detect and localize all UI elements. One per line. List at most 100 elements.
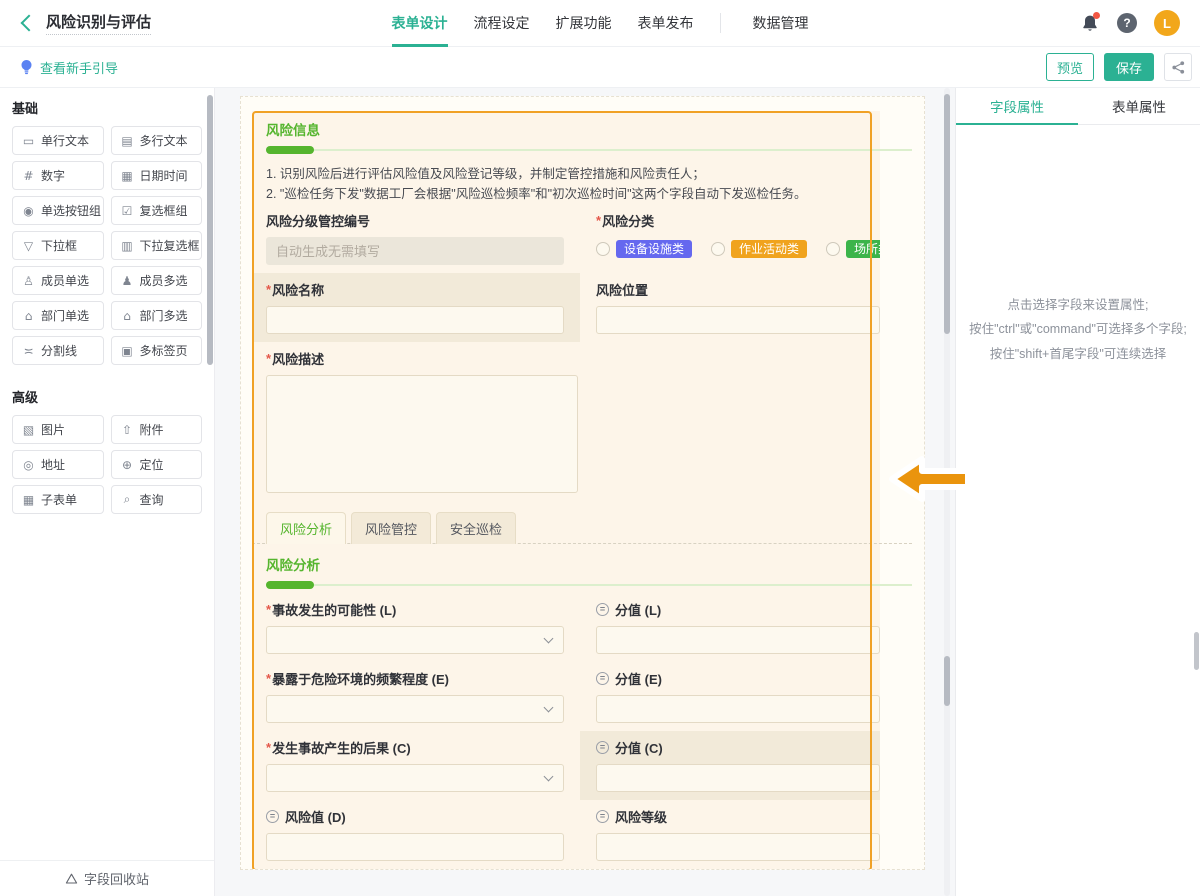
field-item-label: 地址 [41,456,65,473]
beginner-guide-label: 查看新手引导 [40,58,118,77]
sidebar-field-item[interactable]: ♙ 成员单选 [12,266,104,295]
sidebar-field-item[interactable]: ▦ 子表单 [12,485,104,514]
beginner-guide-link[interactable]: 查看新手引导 [20,58,118,77]
properties-tab[interactable]: 字段属性 [956,88,1078,124]
field-item-label: 成员单选 [41,272,89,289]
recycle-bin-label: 字段回收站 [84,869,149,888]
sidebar-field-item[interactable]: ▤ 多行文本 [111,126,203,155]
risk-location-field[interactable]: 风险位置 [580,273,880,342]
sidebar-field-item[interactable]: ▣ 多标签页 [111,336,203,365]
risk-level-input[interactable] [596,833,880,861]
subform-icon: ▦ [22,493,35,507]
risk-info-section[interactable]: 风险信息 1. 识别风险后进行评估风险值及风险登记等级，并制定管控措施和风险责任… [252,111,880,870]
sidebar-field-item[interactable]: ▦ 日期时间 [111,161,203,190]
sidebar-field-item[interactable]: ▽ 下拉框 [12,231,104,260]
sidebar-field-item[interactable]: ▧ 图片 [12,415,104,444]
frequency-field[interactable]: 暴露于危险环境的频繁程度 (E) [252,662,580,731]
notification-bell-icon[interactable] [1080,13,1100,33]
risk-code-input[interactable] [266,237,564,265]
preview-button[interactable]: 预览 [1046,53,1094,81]
score-l-field[interactable]: 分值 (L) [580,593,880,662]
score-l-input[interactable] [596,626,880,654]
subform-tab[interactable]: 风险分析 [266,512,346,544]
toolbar-actions: 预览 保存 [1046,53,1192,81]
sidebar-field-item[interactable]: ▥ 下拉复选框 [111,231,203,260]
share-button[interactable] [1164,53,1192,81]
sidebar-field-item[interactable]: ≍ 分割线 [12,336,104,365]
sidebar-field-item[interactable]: ⇧ 附件 [111,415,203,444]
risk-value-field[interactable]: 风险值 (D) [252,800,580,869]
radio-circle-icon[interactable] [596,242,610,256]
category-radio-option[interactable]: 作业活动类 [711,240,807,258]
nav-tab[interactable]: 表单设计 [392,0,448,47]
sidebar-field-item[interactable]: ⌕ 查询 [111,485,203,514]
score-c-input[interactable] [596,764,880,792]
radio-circle-icon[interactable] [826,242,840,256]
frequency-select[interactable] [266,695,564,723]
back-button[interactable] [18,14,36,32]
help-icon[interactable]: ? [1117,13,1137,33]
save-button[interactable]: 保存 [1104,53,1154,81]
inner-scrollbar-thumb[interactable] [944,656,950,706]
risk-code-field[interactable]: 风险分级管控编号 [252,204,580,273]
risk-name-label: 风险名称 [266,280,324,299]
member-multi-icon: ♟ [121,274,134,288]
score-e-field[interactable]: 分值 (E) [580,662,880,731]
sidebar-field-item[interactable]: ◉ 单选按钮组 [12,196,104,225]
properties-hint: 点击选择字段来设置属性; 按住"ctrl"或"command"可选择多个字段; … [956,293,1200,366]
properties-tab[interactable]: 表单属性 [1078,88,1200,124]
field-recycle-bin[interactable]: 字段回收站 [0,860,214,896]
datetime-icon: ▦ [121,169,134,183]
window-scrollbar-thumb[interactable] [1194,632,1199,670]
category-badge[interactable]: 作业活动类 [731,240,807,258]
possibility-select[interactable] [266,626,564,654]
canvas-scrollbar-thumb[interactable] [944,94,950,334]
risk-name-input[interactable] [266,306,564,334]
score-c-field[interactable]: 分值 (C) [580,731,880,800]
field-item-label: 多标签页 [140,342,188,359]
hint-line-3: 按住"shift+首尾字段"可连续选择 [964,342,1192,366]
category-badge[interactable]: 场所类 [846,240,880,258]
dropdown-multiselect-icon: ▥ [121,239,134,253]
sidebar-field-item[interactable]: ⊕ 定位 [111,450,203,479]
risk-description-field[interactable]: 风险描述 [252,342,880,506]
radio-circle-icon[interactable] [711,242,725,256]
nav-tab[interactable]: 表单发布 [638,0,694,47]
formula-icon [596,603,609,616]
risk-location-input[interactable] [596,306,880,334]
avatar[interactable]: L [1154,10,1180,36]
nav-tab[interactable]: 流程设定 [474,0,530,47]
address-icon: ◎ [22,458,35,472]
score-e-input[interactable] [596,695,880,723]
possibility-field[interactable]: 事故发生的可能性 (L) [252,593,580,662]
field-item-label: 数字 [41,167,65,184]
field-item-label: 查询 [140,491,164,508]
field-item-label: 下拉复选框 [140,237,200,254]
consequence-select[interactable] [266,764,564,792]
sidebar-field-item[interactable]: ♟ 成员多选 [111,266,203,295]
risk-description-textarea[interactable] [266,375,578,493]
multi-line-text-icon: ▤ [121,134,134,148]
nav-tab[interactable]: 数据管理 [753,0,809,47]
sidebar-field-item[interactable]: ☑ 复选框组 [111,196,203,225]
category-radio-option[interactable]: 设备设施类 [596,240,692,258]
sidebar-field-item[interactable]: # 数字 [12,161,104,190]
category-radio-option[interactable]: 场所类 [826,240,880,258]
subform-tab[interactable]: 安全巡检 [436,512,516,544]
field-rows: 风险分级管控编号 风险分类 设备设施类 作业活动类 场所类 [252,204,880,506]
field-item-label: 复选框组 [140,202,188,219]
sidebar-scrollbar[interactable] [207,95,213,365]
subform-tab[interactable]: 风险管控 [351,512,431,544]
risk-category-field[interactable]: 风险分类 设备设施类 作业活动类 场所类 [580,204,880,273]
nav-tab[interactable]: 扩展功能 [556,0,612,47]
sidebar-field-item[interactable]: ⌂ 部门单选 [12,301,104,330]
risk-name-field[interactable]: 风险名称 [252,273,580,342]
sidebar-field-item[interactable]: ⌂ 部门多选 [111,301,203,330]
risk-value-input[interactable] [266,833,564,861]
category-badge[interactable]: 设备设施类 [616,240,692,258]
sidebar-field-item[interactable]: ◎ 地址 [12,450,104,479]
sidebar-field-item[interactable]: ▭ 单行文本 [12,126,104,155]
field-item-label: 图片 [41,421,65,438]
consequence-field[interactable]: 发生事故产生的后果 (C) [252,731,580,800]
risk-level-field[interactable]: 风险等级 [580,800,880,869]
